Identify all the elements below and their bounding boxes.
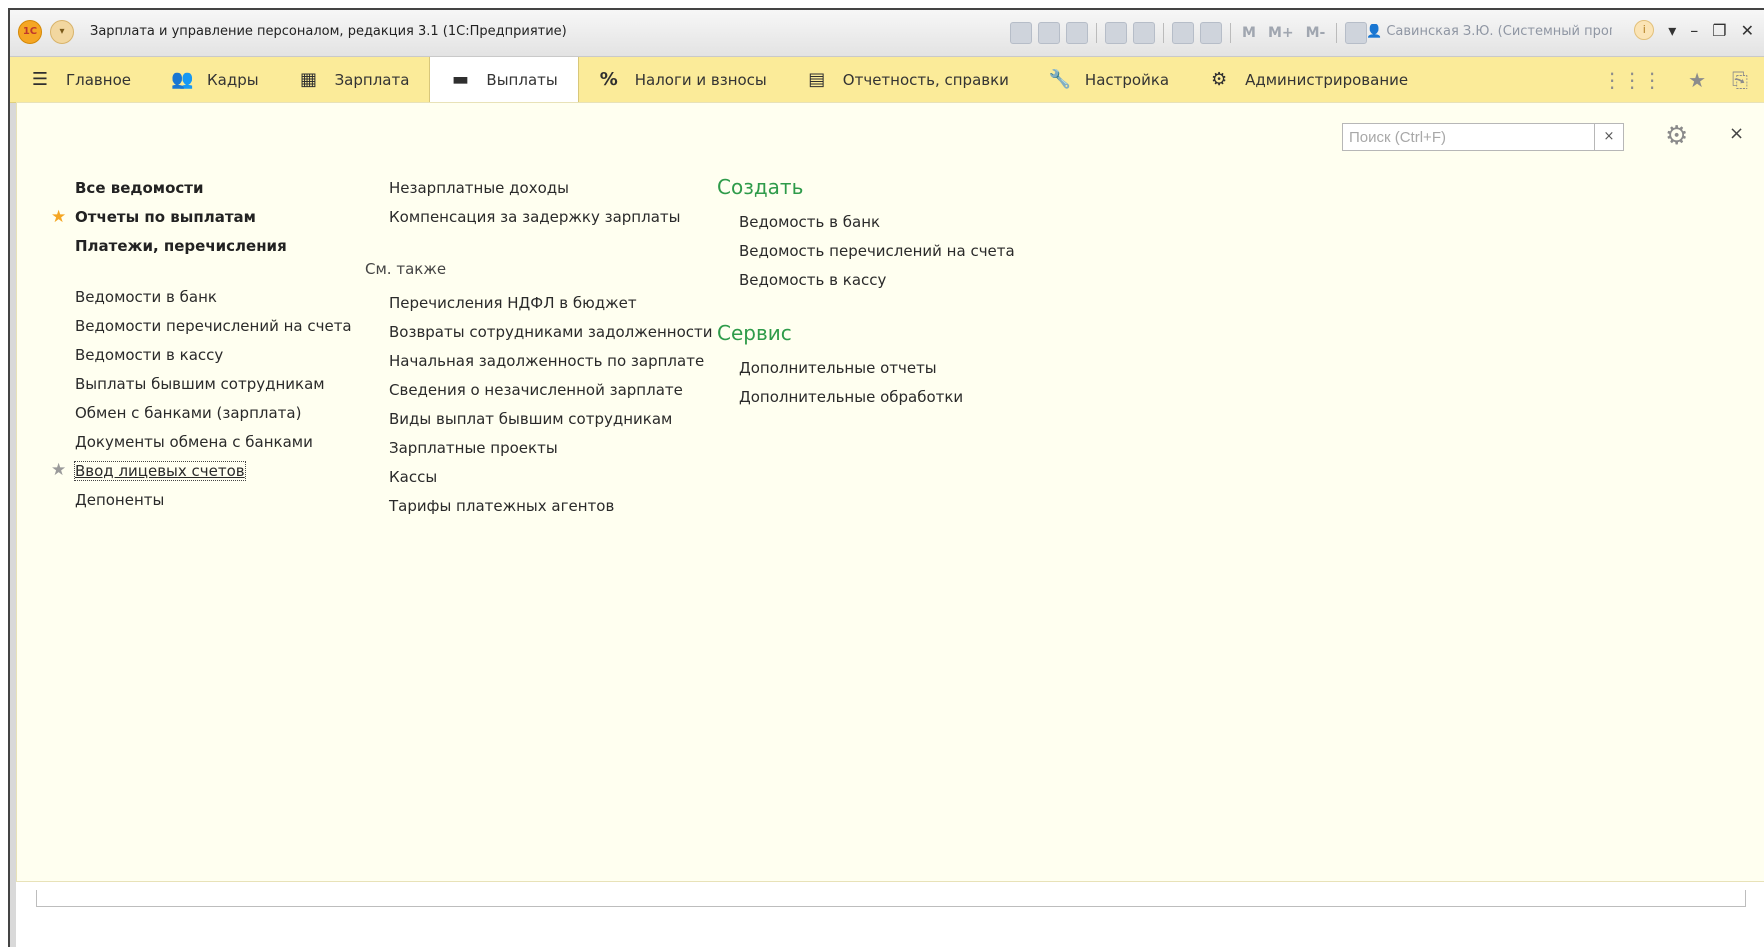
toolbar-separator bbox=[1163, 23, 1164, 43]
link-salary-delay-compensation[interactable]: Компенсация за задержку зарплаты bbox=[389, 208, 680, 226]
link-ndfl-transfers[interactable]: Перечисления НДФЛ в бюджет bbox=[389, 294, 637, 312]
search-input[interactable] bbox=[1343, 124, 1600, 150]
section-salary[interactable]: ▦ Зарплата bbox=[279, 57, 430, 102]
section-label: Настройка bbox=[1084, 70, 1170, 89]
link-initial-salary-debt[interactable]: Начальная задолженность по зарплате bbox=[389, 352, 704, 370]
memory-plus-button[interactable]: M+ bbox=[1265, 25, 1297, 41]
section-label: Главное bbox=[66, 70, 131, 89]
preview-icon[interactable] bbox=[1066, 22, 1088, 44]
link-salary-projects[interactable]: Зарплатные проекты bbox=[389, 439, 558, 457]
print-icon[interactable] bbox=[1038, 22, 1060, 44]
link-personal-accounts-input[interactable]: Ввод лицевых счетов bbox=[74, 461, 246, 481]
section-hr[interactable]: 👥 Кадры bbox=[151, 57, 279, 102]
link-bank-statements[interactable]: Ведомости в банк bbox=[75, 288, 217, 306]
link-uncredited-salary-info[interactable]: Сведения о незачисленной зарплате bbox=[389, 381, 683, 399]
link-additional-reports[interactable]: Дополнительные отчеты bbox=[739, 359, 937, 377]
link-cash-desks[interactable]: Кассы bbox=[389, 468, 437, 486]
toolbar-separator bbox=[1336, 23, 1338, 43]
panel-layout-icon[interactable] bbox=[1345, 22, 1368, 44]
bottom-area bbox=[16, 882, 1764, 947]
section-label: Зарплата bbox=[334, 70, 410, 89]
main-menu-icon[interactable]: ▾ bbox=[50, 20, 74, 44]
settings-gear-icon[interactable]: ⚙ bbox=[1665, 121, 1688, 151]
close-panel-button[interactable]: × bbox=[1729, 123, 1744, 144]
section-bar: ☰ Главное 👥 Кадры ▦ Зарплата ▬ Выплаты %… bbox=[10, 57, 1764, 103]
link-account-transfer-statements[interactable]: Ведомости перечислений на счета bbox=[75, 317, 352, 335]
window-controls: i ▾ – ❐ ✕ bbox=[1634, 20, 1754, 40]
title-bar: 1С ▾ Зарплата и управление персоналом, р… bbox=[10, 10, 1764, 57]
current-user[interactable]: 👤 Савинская З.Ю. (Системный прог... bbox=[1366, 24, 1612, 39]
favorite-star-icon[interactable]: ★ bbox=[51, 207, 66, 227]
link-payment-agent-tariffs[interactable]: Тарифы платежных агентов bbox=[389, 497, 614, 515]
gear-icon: ⚙ bbox=[1211, 69, 1228, 90]
create-heading: Создать bbox=[717, 175, 804, 199]
section-taxes[interactable]: % Налоги и взносы bbox=[579, 57, 787, 102]
minimize-button[interactable]: – bbox=[1690, 21, 1698, 40]
user-name: Савинская З.Ю. (Системный прог... bbox=[1386, 24, 1612, 39]
toolbar-separator bbox=[1230, 23, 1231, 43]
link-bank-exchange-docs[interactable]: Документы обмена с банками bbox=[75, 433, 313, 451]
dropdown-arrow-icon[interactable]: ▾ bbox=[1668, 21, 1676, 40]
section-admin[interactable]: ⚙ Администрирование bbox=[1189, 57, 1428, 102]
link-non-salary-income[interactable]: Незарплатные доходы bbox=[389, 179, 569, 197]
section-label: Администрирование bbox=[1245, 70, 1409, 89]
calculator-icon: ▦ bbox=[300, 69, 318, 90]
window-title: Зарплата и управление персоналом, редакц… bbox=[90, 24, 567, 39]
link-icon[interactable] bbox=[1133, 22, 1155, 44]
create-cash-statement[interactable]: Ведомость в кассу bbox=[739, 271, 886, 289]
section-label: Налоги и взносы bbox=[634, 70, 767, 89]
memory-m-button[interactable]: M bbox=[1239, 25, 1259, 41]
section-label: Кадры bbox=[206, 70, 259, 89]
close-window-button[interactable]: ✕ bbox=[1741, 21, 1754, 40]
section-payments[interactable]: ▬ Выплаты bbox=[429, 57, 579, 102]
favorites-star-icon[interactable]: ★ bbox=[1688, 68, 1706, 92]
calendar-icon[interactable] bbox=[1200, 22, 1222, 44]
link-former-employee-payment-types[interactable]: Виды выплат бывшим сотрудникам bbox=[389, 410, 672, 428]
link-bank-exchange[interactable]: Обмен с банками (зарплата) bbox=[75, 404, 301, 422]
see-also-heading: См. также bbox=[365, 260, 447, 278]
link-additional-processing[interactable]: Дополнительные обработки bbox=[739, 388, 963, 406]
people-icon: 👥 bbox=[170, 69, 194, 90]
section-label: Выплаты bbox=[486, 70, 558, 89]
save-icon[interactable] bbox=[1010, 22, 1032, 44]
card-icon: ▬ bbox=[451, 69, 469, 90]
memory-minus-button[interactable]: M- bbox=[1303, 25, 1329, 41]
link-all-statements[interactable]: Все ведомости bbox=[75, 179, 203, 197]
section-bar-right: ⋮⋮⋮ ★ ⎘ bbox=[1602, 57, 1748, 102]
calculator-icon[interactable] bbox=[1172, 22, 1194, 44]
user-icon: 👤 bbox=[1366, 24, 1387, 39]
link-former-employee-payments[interactable]: Выплаты бывшим сотрудникам bbox=[75, 375, 325, 393]
link-payments-transfers[interactable]: Платежи, перечисления bbox=[75, 237, 287, 255]
section-settings[interactable]: 🔧 Настройка bbox=[1029, 57, 1189, 102]
favorite-star-icon[interactable]: ★ bbox=[51, 460, 66, 480]
link-depositors[interactable]: Депоненты bbox=[75, 491, 164, 509]
toolbar-icons: M M+ M- bbox=[1010, 22, 1368, 44]
app-window: 1С ▾ Зарплата и управление персоналом, р… bbox=[8, 8, 1764, 947]
section-reports[interactable]: ▤ Отчетность, справки bbox=[787, 57, 1029, 102]
service-heading: Сервис bbox=[717, 321, 792, 345]
link-payment-reports[interactable]: Отчеты по выплатам bbox=[75, 208, 256, 226]
create-bank-statement[interactable]: Ведомость в банк bbox=[739, 213, 880, 231]
toolbar-separator bbox=[1096, 23, 1097, 43]
restore-button[interactable]: ❐ bbox=[1712, 21, 1726, 40]
report-icon: ▤ bbox=[808, 69, 826, 90]
percent-icon: % bbox=[599, 69, 618, 90]
history-icon[interactable]: ⎘ bbox=[1732, 68, 1748, 92]
1c-logo-icon[interactable]: 1С bbox=[18, 20, 42, 44]
hamburger-icon: ☰ bbox=[31, 69, 49, 90]
info-icon[interactable]: i bbox=[1634, 20, 1655, 40]
search-clear-button[interactable]: × bbox=[1594, 124, 1623, 150]
section-label: Отчетность, справки bbox=[842, 70, 1009, 89]
section-main[interactable]: ☰ Главное bbox=[10, 57, 151, 102]
wrench-icon: 🔧 bbox=[1048, 69, 1072, 90]
section-panel: × ⚙ × Все ведомости ★ Отчеты по выплатам… bbox=[16, 102, 1764, 882]
favorites-add-icon[interactable] bbox=[1105, 22, 1127, 44]
link-cash-statements[interactable]: Ведомости в кассу bbox=[75, 346, 223, 364]
bottom-field bbox=[36, 890, 1746, 907]
link-debt-returns[interactable]: Возвраты сотрудниками задолженности bbox=[389, 323, 713, 341]
apps-grid-icon[interactable]: ⋮⋮⋮ bbox=[1602, 68, 1662, 92]
create-account-transfer-statement[interactable]: Ведомость перечислений на счета bbox=[739, 242, 1015, 260]
search-box: × bbox=[1342, 123, 1624, 151]
